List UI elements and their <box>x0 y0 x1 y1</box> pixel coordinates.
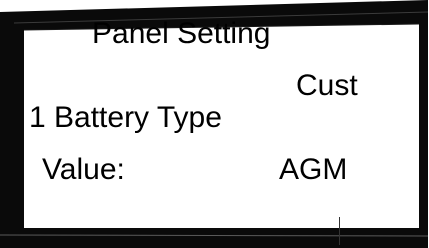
panel-title: Panel Setting <box>92 17 271 50</box>
setting-value[interactable]: AGM <box>279 155 347 185</box>
value-cursor-marker <box>339 217 340 245</box>
value-label: Value: <box>42 153 125 186</box>
lcd-panel: Panel Setting Cust 1 Battery Type Value:… <box>0 0 429 248</box>
mode-indicator: Cust <box>296 69 358 102</box>
setting-item-label: 1 Battery Type <box>29 101 222 134</box>
